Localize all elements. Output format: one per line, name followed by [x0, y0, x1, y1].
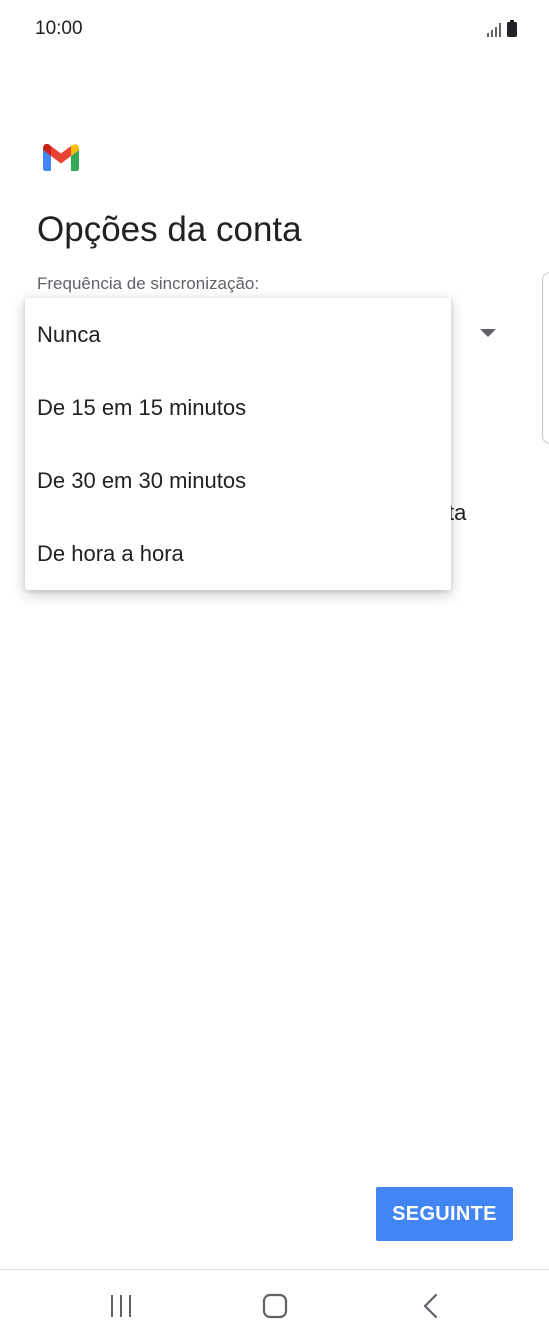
back-button[interactable] — [390, 1270, 470, 1342]
gmail-logo-icon — [43, 144, 79, 171]
dropdown-option-30-minutes[interactable]: De 30 em 30 minutos — [25, 444, 451, 517]
sync-frequency-dropdown-menu: Nunca De 15 em 15 minutos De 30 em 30 mi… — [25, 298, 451, 590]
edge-panel-handle[interactable] — [542, 272, 549, 444]
dropdown-arrow-icon[interactable] — [480, 329, 496, 337]
home-button[interactable] — [235, 1270, 315, 1342]
battery-icon — [507, 20, 517, 37]
page-title: Opções da conta — [37, 210, 302, 249]
status-bar: 10:00 — [0, 0, 549, 58]
status-time: 10:00 — [35, 18, 83, 39]
sync-frequency-label: Frequência de sincronização: — [37, 274, 260, 293]
dropdown-option-hourly[interactable]: De hora a hora — [25, 517, 451, 590]
recents-button[interactable] — [81, 1270, 161, 1342]
recents-icon — [111, 1295, 131, 1317]
signal-icon — [487, 23, 501, 37]
dropdown-option-15-minutes[interactable]: De 15 em 15 minutos — [25, 371, 451, 444]
back-icon — [423, 1293, 438, 1319]
next-button[interactable]: SEGUINTE — [376, 1187, 513, 1241]
home-icon — [262, 1293, 288, 1319]
dropdown-option-never[interactable]: Nunca — [25, 298, 451, 371]
navigation-bar — [0, 1270, 549, 1342]
status-icons — [487, 20, 517, 37]
